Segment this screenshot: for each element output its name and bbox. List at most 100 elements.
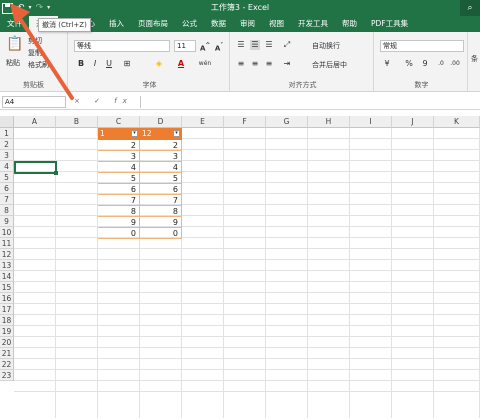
cancel-icon[interactable]: ×: [74, 97, 86, 105]
align-top-icon[interactable]: ☰: [236, 40, 246, 50]
row-header[interactable]: 18: [0, 315, 14, 326]
column-header-h[interactable]: H: [308, 116, 350, 128]
row-header[interactable]: 5: [0, 172, 14, 183]
table-cell[interactable]: 0: [98, 228, 140, 239]
filter-dropdown-icon[interactable]: ▾: [131, 130, 138, 137]
paste-button[interactable]: 粘贴: [6, 58, 20, 68]
cut-button[interactable]: 剪切: [28, 36, 42, 46]
conditional-format-button[interactable]: 条: [471, 54, 478, 64]
fill-handle[interactable]: [54, 171, 58, 175]
row-header[interactable]: 20: [0, 337, 14, 348]
table-cell[interactable]: 5: [98, 173, 140, 184]
selected-cell[interactable]: [14, 161, 57, 174]
align-right-icon[interactable]: ≡: [264, 59, 274, 69]
font-name-select[interactable]: 等线: [74, 40, 170, 52]
bold-button[interactable]: B: [76, 59, 86, 69]
table-cell[interactable]: 3: [98, 151, 140, 162]
column-header-j[interactable]: J: [392, 116, 434, 128]
column-header-g[interactable]: G: [266, 116, 308, 128]
formula-input[interactable]: [140, 96, 478, 108]
indent-icon[interactable]: ⇥: [282, 59, 292, 69]
align-middle-icon[interactable]: ☰: [250, 40, 260, 50]
underline-button[interactable]: U: [104, 59, 114, 69]
tab-file[interactable]: 文件: [0, 16, 29, 32]
border-icon[interactable]: ⊞: [122, 59, 132, 69]
table-cell[interactable]: 7: [140, 195, 182, 206]
search-icon[interactable]: ⌕: [460, 0, 480, 16]
fill-color-icon[interactable]: ◈: [154, 59, 164, 69]
decrease-decimal-icon[interactable]: .00: [450, 59, 460, 69]
insert-function-button[interactable]: fx: [114, 97, 133, 105]
increase-decimal-icon[interactable]: .0: [436, 59, 446, 69]
tab-help[interactable]: 帮助: [335, 16, 364, 32]
number-format-select[interactable]: 常规: [380, 40, 464, 52]
row-header[interactable]: 9: [0, 216, 14, 227]
column-header-b[interactable]: B: [56, 116, 98, 128]
row-header[interactable]: 8: [0, 205, 14, 216]
table-cell[interactable]: 8: [140, 206, 182, 217]
phonetic-button[interactable]: wén: [198, 59, 212, 69]
column-header-c[interactable]: C: [98, 116, 140, 128]
shrink-font-button[interactable]: A˅: [214, 41, 224, 53]
worksheet-grid[interactable]: A B C D E F G H I J K 1 2 3 4 5 6 7 8 9 10 11 12 13 1…: [0, 116, 480, 418]
row-header[interactable]: 12: [0, 249, 14, 260]
tab-insert[interactable]: 插入: [102, 16, 131, 32]
italic-button[interactable]: I: [90, 59, 100, 69]
tab-review[interactable]: 审阅: [233, 16, 262, 32]
align-bottom-icon[interactable]: ☰: [264, 40, 274, 50]
font-color-button[interactable]: A: [176, 59, 186, 69]
name-box[interactable]: A4: [2, 96, 66, 108]
percent-button[interactable]: %: [404, 59, 414, 69]
tab-developer[interactable]: 开发工具: [291, 16, 335, 32]
column-header-i[interactable]: I: [350, 116, 392, 128]
tab-page-layout[interactable]: 页面布局: [131, 16, 175, 32]
table-cell[interactable]: 9: [98, 217, 140, 228]
paste-icon[interactable]: 📋: [6, 36, 23, 52]
row-header[interactable]: 3: [0, 150, 14, 161]
format-painter-button[interactable]: 格式刷: [28, 60, 49, 70]
column-header-e[interactable]: E: [182, 116, 224, 128]
row-header[interactable]: 17: [0, 304, 14, 315]
column-header-k[interactable]: K: [434, 116, 480, 128]
filter-dropdown-icon[interactable]: ▾: [173, 130, 180, 137]
table-cell[interactable]: 6: [140, 184, 182, 195]
row-header[interactable]: 14: [0, 271, 14, 282]
copy-button[interactable]: 复制: [28, 48, 42, 58]
orientation-icon[interactable]: ⤢: [282, 40, 292, 50]
table-cell[interactable]: 6: [98, 184, 140, 195]
row-header[interactable]: 16: [0, 293, 14, 304]
comma-button[interactable]: 9: [420, 59, 430, 69]
table-cell[interactable]: 4: [98, 162, 140, 173]
row-header[interactable]: 19: [0, 326, 14, 337]
row-header[interactable]: 4: [0, 161, 14, 172]
row-header[interactable]: 11: [0, 238, 14, 249]
enter-icon[interactable]: ✓: [94, 97, 106, 105]
row-header[interactable]: 6: [0, 183, 14, 194]
table-cell[interactable]: 0: [140, 228, 182, 239]
table-cell[interactable]: 9: [140, 217, 182, 228]
row-header[interactable]: 1: [0, 128, 14, 139]
select-all-corner[interactable]: [0, 116, 14, 128]
row-header[interactable]: 22: [0, 359, 14, 370]
table-cell[interactable]: 7: [98, 195, 140, 206]
wrap-text-button[interactable]: 自动换行: [312, 41, 340, 51]
tab-pdf-tools[interactable]: PDF工具集: [364, 16, 415, 32]
row-header[interactable]: 2: [0, 139, 14, 150]
row-header[interactable]: 23: [0, 370, 14, 381]
grow-font-button[interactable]: A^: [200, 41, 210, 53]
table-cell[interactable]: 5: [140, 173, 182, 184]
row-header[interactable]: 15: [0, 282, 14, 293]
table-cell[interactable]: 4: [140, 162, 182, 173]
tab-data[interactable]: 数据: [204, 16, 233, 32]
table-cell[interactable]: 8: [98, 206, 140, 217]
align-left-icon[interactable]: ≡: [236, 59, 246, 69]
row-header[interactable]: 13: [0, 260, 14, 271]
merge-center-button[interactable]: 合并后居中: [312, 60, 347, 70]
table-cell[interactable]: 2: [98, 140, 140, 151]
font-size-select[interactable]: 11: [174, 40, 196, 52]
column-header-d[interactable]: D: [140, 116, 182, 128]
tab-view[interactable]: 视图: [262, 16, 291, 32]
tab-formulas[interactable]: 公式: [175, 16, 204, 32]
align-center-icon[interactable]: ≡: [250, 59, 260, 69]
table-cell[interactable]: 2: [140, 140, 182, 151]
